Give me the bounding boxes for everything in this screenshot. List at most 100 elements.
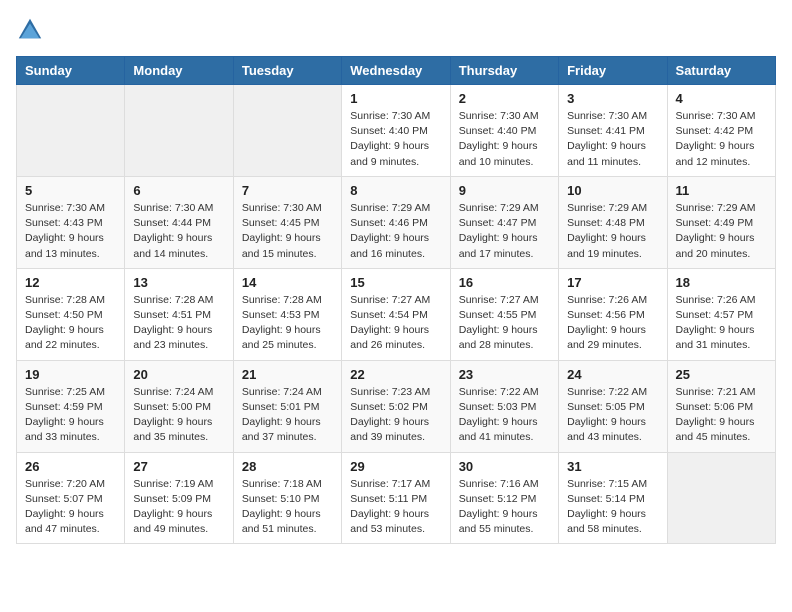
calendar-cell: 7 Sunrise: 7:30 AM Sunset: 4:45 PM Daylig… bbox=[233, 176, 341, 268]
calendar-cell: 22Sunrise: 7:23 AM Sunset: 5:02 PM Dayli… bbox=[342, 360, 450, 452]
day-number: 18 bbox=[676, 275, 767, 290]
column-header-sunday: Sunday bbox=[17, 57, 125, 85]
calendar-cell: 11 Sunrise: 7:29 AM Sunset: 4:49 PM Dayli… bbox=[667, 176, 775, 268]
calendar-cell bbox=[17, 85, 125, 177]
day-number: 4 bbox=[676, 91, 767, 106]
calendar-cell: 20 Sunrise: 7:24 AM Sunset: 5:00 PM Dayli… bbox=[125, 360, 233, 452]
day-number: 30 bbox=[459, 459, 550, 474]
logo bbox=[16, 16, 48, 44]
calendar-week-row: 12 Sunrise: 7:28 AM Sunset: 4:50 PM Dayli… bbox=[17, 268, 776, 360]
column-header-wednesday: Wednesday bbox=[342, 57, 450, 85]
column-header-saturday: Saturday bbox=[667, 57, 775, 85]
day-info: Sunrise: 7:30 AM Sunset: 4:40 PM Dayligh… bbox=[350, 109, 441, 170]
day-info: Sunrise: 7:15 AM Sunset: 5:14 PM Dayligh… bbox=[567, 477, 658, 538]
column-header-thursday: Thursday bbox=[450, 57, 558, 85]
calendar-cell: 16 Sunrise: 7:27 AM Sunset: 4:55 PM Dayli… bbox=[450, 268, 558, 360]
day-info: Sunrise: 7:25 AM Sunset: 4:59 PM Dayligh… bbox=[25, 385, 116, 446]
day-number: 15 bbox=[350, 275, 441, 290]
day-info: Sunrise: 7:30 AM Sunset: 4:40 PM Dayligh… bbox=[459, 109, 550, 170]
day-info: Sunrise: 7:30 AM Sunset: 4:45 PM Dayligh… bbox=[242, 201, 333, 262]
calendar-cell: 24Sunrise: 7:22 AM Sunset: 5:05 PM Dayli… bbox=[559, 360, 667, 452]
day-number: 12 bbox=[25, 275, 116, 290]
calendar-cell: 19 Sunrise: 7:25 AM Sunset: 4:59 PM Dayli… bbox=[17, 360, 125, 452]
calendar-cell: 5 Sunrise: 7:30 AM Sunset: 4:43 PM Daylig… bbox=[17, 176, 125, 268]
day-info: Sunrise: 7:20 AM Sunset: 5:07 PM Dayligh… bbox=[25, 477, 116, 538]
calendar-table: SundayMondayTuesdayWednesdayThursdayFrid… bbox=[16, 56, 776, 544]
column-header-monday: Monday bbox=[125, 57, 233, 85]
calendar-cell: 2 Sunrise: 7:30 AM Sunset: 4:40 PM Daylig… bbox=[450, 85, 558, 177]
day-info: Sunrise: 7:24 AM Sunset: 5:00 PM Dayligh… bbox=[133, 385, 224, 446]
day-number: 19 bbox=[25, 367, 116, 382]
day-number: 20 bbox=[133, 367, 224, 382]
column-header-friday: Friday bbox=[559, 57, 667, 85]
day-number: 17 bbox=[567, 275, 658, 290]
logo-icon bbox=[16, 16, 44, 44]
day-info: Sunrise: 7:28 AM Sunset: 4:51 PM Dayligh… bbox=[133, 293, 224, 354]
calendar-cell: 30 Sunrise: 7:16 AM Sunset: 5:12 PM Dayli… bbox=[450, 452, 558, 544]
calendar-cell: 21Sunrise: 7:24 AM Sunset: 5:01 PM Dayli… bbox=[233, 360, 341, 452]
day-info: Sunrise: 7:30 AM Sunset: 4:43 PM Dayligh… bbox=[25, 201, 116, 262]
day-number: 24 bbox=[567, 367, 658, 382]
day-number: 1 bbox=[350, 91, 441, 106]
calendar-header-row: SundayMondayTuesdayWednesdayThursdayFrid… bbox=[17, 57, 776, 85]
day-info: Sunrise: 7:26 AM Sunset: 4:56 PM Dayligh… bbox=[567, 293, 658, 354]
day-number: 10 bbox=[567, 183, 658, 198]
day-info: Sunrise: 7:27 AM Sunset: 4:55 PM Dayligh… bbox=[459, 293, 550, 354]
day-number: 16 bbox=[459, 275, 550, 290]
day-info: Sunrise: 7:29 AM Sunset: 4:46 PM Dayligh… bbox=[350, 201, 441, 262]
day-number: 14 bbox=[242, 275, 333, 290]
calendar-cell: 23 Sunrise: 7:22 AM Sunset: 5:03 PM Dayli… bbox=[450, 360, 558, 452]
calendar-week-row: 5 Sunrise: 7:30 AM Sunset: 4:43 PM Daylig… bbox=[17, 176, 776, 268]
day-info: Sunrise: 7:22 AM Sunset: 5:03 PM Dayligh… bbox=[459, 385, 550, 446]
day-info: Sunrise: 7:19 AM Sunset: 5:09 PM Dayligh… bbox=[133, 477, 224, 538]
calendar-cell: 26 Sunrise: 7:20 AM Sunset: 5:07 PM Dayli… bbox=[17, 452, 125, 544]
day-number: 3 bbox=[567, 91, 658, 106]
day-info: Sunrise: 7:18 AM Sunset: 5:10 PM Dayligh… bbox=[242, 477, 333, 538]
day-number: 5 bbox=[25, 183, 116, 198]
day-number: 13 bbox=[133, 275, 224, 290]
calendar-cell: 4 Sunrise: 7:30 AM Sunset: 4:42 PM Daylig… bbox=[667, 85, 775, 177]
calendar-cell: 1 Sunrise: 7:30 AM Sunset: 4:40 PM Daylig… bbox=[342, 85, 450, 177]
calendar-cell: 8 Sunrise: 7:29 AM Sunset: 4:46 PM Daylig… bbox=[342, 176, 450, 268]
day-info: Sunrise: 7:26 AM Sunset: 4:57 PM Dayligh… bbox=[676, 293, 767, 354]
calendar-cell: 18 Sunrise: 7:26 AM Sunset: 4:57 PM Dayli… bbox=[667, 268, 775, 360]
calendar-cell: 6Sunrise: 7:30 AM Sunset: 4:44 PM Daylig… bbox=[125, 176, 233, 268]
day-info: Sunrise: 7:29 AM Sunset: 4:47 PM Dayligh… bbox=[459, 201, 550, 262]
day-info: Sunrise: 7:23 AM Sunset: 5:02 PM Dayligh… bbox=[350, 385, 441, 446]
day-number: 27 bbox=[133, 459, 224, 474]
calendar-cell: 25 Sunrise: 7:21 AM Sunset: 5:06 PM Dayli… bbox=[667, 360, 775, 452]
calendar-cell: 14 Sunrise: 7:28 AM Sunset: 4:53 PM Dayli… bbox=[233, 268, 341, 360]
calendar-cell: 31 Sunrise: 7:15 AM Sunset: 5:14 PM Dayli… bbox=[559, 452, 667, 544]
day-info: Sunrise: 7:28 AM Sunset: 4:53 PM Dayligh… bbox=[242, 293, 333, 354]
day-info: Sunrise: 7:30 AM Sunset: 4:41 PM Dayligh… bbox=[567, 109, 658, 170]
day-info: Sunrise: 7:30 AM Sunset: 4:44 PM Dayligh… bbox=[133, 201, 224, 262]
day-number: 11 bbox=[676, 183, 767, 198]
calendar-cell: 29Sunrise: 7:17 AM Sunset: 5:11 PM Dayli… bbox=[342, 452, 450, 544]
calendar-week-row: 26 Sunrise: 7:20 AM Sunset: 5:07 PM Dayli… bbox=[17, 452, 776, 544]
day-number: 26 bbox=[25, 459, 116, 474]
day-number: 21 bbox=[242, 367, 333, 382]
day-info: Sunrise: 7:16 AM Sunset: 5:12 PM Dayligh… bbox=[459, 477, 550, 538]
day-info: Sunrise: 7:30 AM Sunset: 4:42 PM Dayligh… bbox=[676, 109, 767, 170]
calendar-cell: 3 Sunrise: 7:30 AM Sunset: 4:41 PM Daylig… bbox=[559, 85, 667, 177]
day-info: Sunrise: 7:21 AM Sunset: 5:06 PM Dayligh… bbox=[676, 385, 767, 446]
calendar-week-row: 19 Sunrise: 7:25 AM Sunset: 4:59 PM Dayli… bbox=[17, 360, 776, 452]
calendar-cell bbox=[233, 85, 341, 177]
day-info: Sunrise: 7:29 AM Sunset: 4:49 PM Dayligh… bbox=[676, 201, 767, 262]
day-number: 2 bbox=[459, 91, 550, 106]
calendar-cell: 28 Sunrise: 7:18 AM Sunset: 5:10 PM Dayli… bbox=[233, 452, 341, 544]
calendar-cell bbox=[125, 85, 233, 177]
day-number: 31 bbox=[567, 459, 658, 474]
page-header bbox=[16, 16, 776, 44]
day-number: 25 bbox=[676, 367, 767, 382]
day-number: 8 bbox=[350, 183, 441, 198]
day-info: Sunrise: 7:29 AM Sunset: 4:48 PM Dayligh… bbox=[567, 201, 658, 262]
calendar-cell: 17 Sunrise: 7:26 AM Sunset: 4:56 PM Dayli… bbox=[559, 268, 667, 360]
day-number: 28 bbox=[242, 459, 333, 474]
day-info: Sunrise: 7:28 AM Sunset: 4:50 PM Dayligh… bbox=[25, 293, 116, 354]
day-info: Sunrise: 7:27 AM Sunset: 4:54 PM Dayligh… bbox=[350, 293, 441, 354]
calendar-cell: 12 Sunrise: 7:28 AM Sunset: 4:50 PM Dayli… bbox=[17, 268, 125, 360]
calendar-week-row: 1 Sunrise: 7:30 AM Sunset: 4:40 PM Daylig… bbox=[17, 85, 776, 177]
day-number: 23 bbox=[459, 367, 550, 382]
day-number: 7 bbox=[242, 183, 333, 198]
